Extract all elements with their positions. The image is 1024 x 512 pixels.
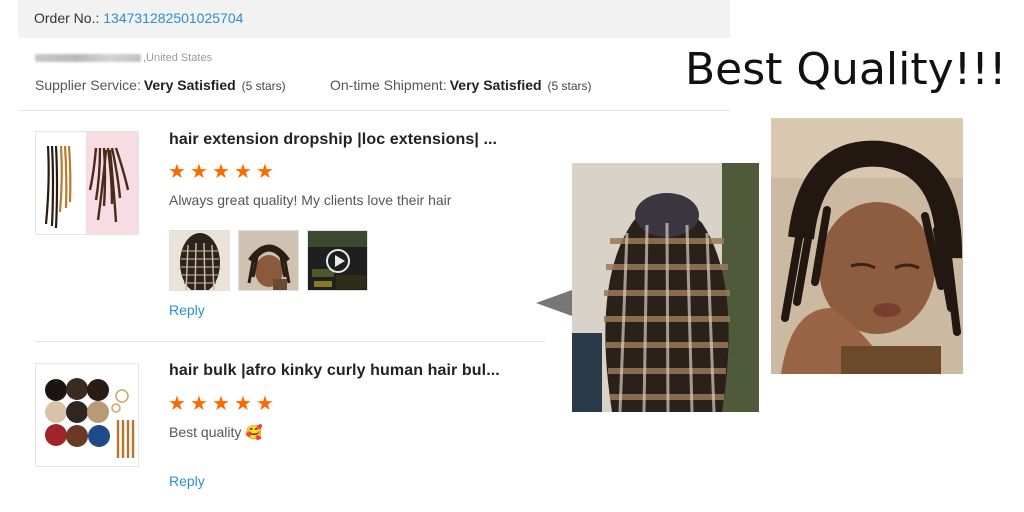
star-icon: ★ xyxy=(256,393,274,415)
reply-link[interactable]: Reply xyxy=(169,302,205,318)
supplier-service-value: Very Satisfied xyxy=(143,77,236,93)
review-photo-braids[interactable] xyxy=(169,230,230,291)
supplier-service-label: Supplier Service: xyxy=(35,77,141,93)
headline: Best Quality!!! xyxy=(685,44,1007,95)
star-icon: ★ xyxy=(234,393,252,415)
review-stars: ★ ★ ★ ★ ★ xyxy=(168,393,274,415)
star-icon: ★ xyxy=(256,161,274,183)
review-text: Best quality 🥰 xyxy=(169,424,263,440)
order-number-link[interactable]: 134731282501025704 xyxy=(103,10,243,26)
star-icon: ★ xyxy=(212,393,230,415)
review-video-thumbnail[interactable] xyxy=(307,230,368,291)
divider xyxy=(35,341,545,342)
buyer-info: ,United States xyxy=(35,52,212,64)
enlarged-photo-braids xyxy=(572,163,759,412)
shipment-stars-note: (5 stars) xyxy=(547,79,592,93)
reply-link[interactable]: Reply xyxy=(169,473,205,489)
product-title[interactable]: hair extension dropship |loc extensions|… xyxy=(169,131,497,149)
supplier-service-stars-note: (5 stars) xyxy=(241,79,286,93)
review-stars: ★ ★ ★ ★ ★ xyxy=(168,161,274,183)
star-icon: ★ xyxy=(234,161,252,183)
star-icon: ★ xyxy=(168,393,186,415)
product-title[interactable]: hair bulk |afro kinky curly human hair b… xyxy=(169,362,500,380)
product-thumbnail-loc-extensions[interactable] xyxy=(35,131,139,235)
star-icon: ★ xyxy=(212,161,230,183)
shipment-value: Very Satisfied xyxy=(449,77,542,93)
shipment-label: On-time Shipment: xyxy=(330,77,447,93)
review-text: Always great quality! My clients love th… xyxy=(169,192,452,208)
shipment-rating: On-time Shipment: Very Satisfied (5 stars) xyxy=(330,77,592,93)
review-photo-child-locs[interactable] xyxy=(238,230,299,291)
star-icon: ★ xyxy=(190,393,208,415)
divider xyxy=(18,110,730,111)
enlarged-photo-child-locs xyxy=(771,118,963,374)
blurred-buyer-name xyxy=(35,54,141,63)
buyer-country: ,United States xyxy=(143,52,213,64)
star-icon: ★ xyxy=(190,161,208,183)
star-icon: ★ xyxy=(168,161,186,183)
order-number-row: Order No.: 134731282501025704 xyxy=(34,10,243,26)
supplier-service-rating: Supplier Service: Very Satisfied (5 stars) xyxy=(35,77,286,93)
arrow-left-icon xyxy=(536,290,572,316)
order-label: Order No.: xyxy=(34,10,100,26)
product-thumbnail-hair-bulk[interactable] xyxy=(35,363,139,467)
order-header: Order No.: 134731282501025704 xyxy=(18,0,730,38)
